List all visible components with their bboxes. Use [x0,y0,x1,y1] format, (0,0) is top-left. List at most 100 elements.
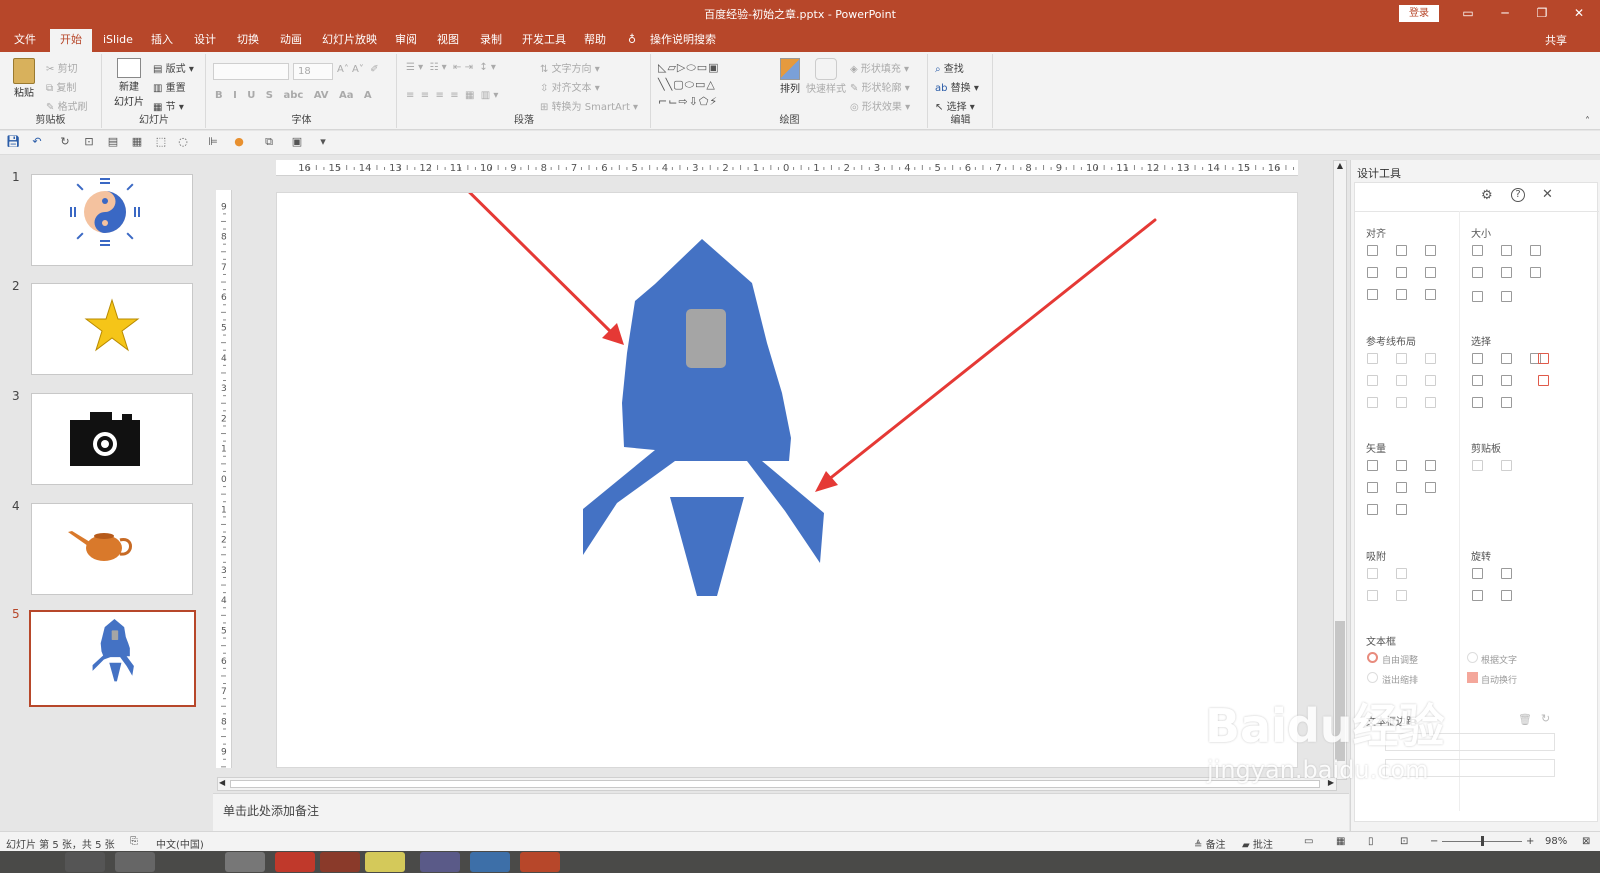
taskbar-app-icon[interactable] [420,852,460,872]
design-tool-icon[interactable] [1425,289,1436,300]
group-icon[interactable]: ⧉ [262,135,276,149]
cut-button[interactable]: ✂ 剪切 [46,60,78,75]
comments-toggle[interactable]: ▰ 批注 [1242,836,1273,851]
radio-auto-adjust[interactable] [1367,652,1378,663]
tab-view[interactable]: 视图 [437,31,459,52]
design-tool-icon[interactable] [1425,353,1436,364]
design-tool-icon[interactable] [1501,590,1512,601]
tab-transitions[interactable]: 切换 [237,31,259,52]
align-text-button[interactable]: ⇳ 对齐文本 ▾ [540,79,600,94]
design-tool-icon[interactable] [1396,482,1407,493]
color-icon[interactable]: ● [232,135,246,149]
normal-view-icon[interactable]: ▭ [1304,836,1313,847]
design-tool-icon[interactable] [1472,590,1483,601]
taskbar-app-icon[interactable] [225,852,265,872]
collapse-ribbon-icon[interactable]: ˄ [1585,116,1590,127]
design-tool-icon[interactable] [1501,291,1512,302]
font-size-box[interactable]: 18 [293,63,333,80]
design-tool-icon[interactable] [1396,397,1407,408]
slide-thumbnail-teapot[interactable] [31,503,193,595]
tab-record[interactable]: 录制 [480,31,502,52]
taskbar-app-icon[interactable] [365,852,405,872]
vertical-scrollbar[interactable]: ▲ [1333,160,1347,780]
design-tool-icon[interactable] [1472,267,1483,278]
paste-button[interactable]: 粘贴 [8,58,40,99]
select-tool-icon[interactable] [1538,375,1549,386]
design-tool-icon[interactable] [1367,482,1378,493]
design-tool-icon[interactable] [1472,397,1483,408]
shape-fill-button[interactable]: ◈ 形状填充 ▾ [850,60,909,75]
scroll-thumb[interactable] [230,780,1320,788]
tab-design[interactable]: 设计 [194,31,216,52]
design-tool-icon[interactable] [1396,375,1407,386]
slide-canvas[interactable] [276,170,1298,768]
layout-button[interactable]: ▤ 版式 ▾ [153,60,194,75]
design-tool-icon[interactable] [1367,460,1378,471]
rocket-exhaust[interactable] [670,497,744,596]
customize-qat-icon[interactable]: ▾ [316,135,330,149]
quick-styles-button[interactable]: 快速样式 [806,58,846,95]
design-tool-icon[interactable] [1501,375,1512,386]
slide-thumbnail-rocket[interactable] [29,610,196,707]
list-buttons[interactable]: ☰ ▾ ☷ ▾ ⇤ ⇥ ↕ ▾ [406,62,496,73]
design-tool-icon[interactable] [1472,460,1483,471]
font-name-box[interactable] [213,63,289,80]
share-button[interactable]: 共享 [1545,32,1567,48]
design-tool-icon[interactable] [1396,245,1407,256]
design-tool-icon[interactable] [1396,289,1407,300]
taskbar-app-icon[interactable] [115,852,155,872]
restore-icon[interactable]: ❐ [1527,3,1557,23]
design-tool-icon[interactable] [1425,482,1436,493]
undo-icon[interactable]: ↶ [30,135,44,149]
minimize-icon[interactable]: ─ [1490,3,1520,23]
align-icon[interactable]: ⊫ [206,135,220,149]
design-tool-icon[interactable] [1472,375,1483,386]
font-format-buttons[interactable]: B I U S abc AV Aa A [215,90,372,101]
tab-home[interactable]: 开始 [50,29,92,52]
design-tool-icon[interactable] [1425,267,1436,278]
design-tool-icon[interactable] [1367,397,1378,408]
tab-islide[interactable]: iSlide [103,31,133,52]
design-tool-icon[interactable] [1501,353,1512,364]
design-tool-icon[interactable] [1472,291,1483,302]
design-tool-icon[interactable] [1367,504,1378,515]
tab-help[interactable]: 帮助 [584,31,606,52]
slide-sorter-icon[interactable]: ▦ [1336,836,1345,847]
print-preview-icon[interactable]: ▤ [106,135,120,149]
tab-developer[interactable]: 开发工具 [522,31,566,52]
trash-icon[interactable]: 🗑︎ [1518,713,1532,726]
taskbar-app-icon[interactable] [65,852,105,872]
reset-button[interactable]: ▥ 重置 [153,79,186,94]
horizontal-ruler[interactable]: 16 15 14 13 12 11 10 9 8 7 6 5 4 3 2 1 0 1 2 3 4 5 6 7 8 9 10 11 12 1… [276,160,1298,176]
tab-insert[interactable]: 插入 [151,31,173,52]
close-icon[interactable]: ✕ [1564,3,1594,23]
design-tool-icon[interactable] [1425,375,1436,386]
rocket-window[interactable] [686,309,726,368]
rocket-shape[interactable] [583,239,824,596]
design-tool-icon[interactable] [1396,267,1407,278]
shapes-icon[interactable]: ⬚ [154,135,168,149]
scroll-up-icon[interactable]: ▲ [1334,161,1346,173]
radio-overflow[interactable] [1367,672,1378,683]
horizontal-scrollbar[interactable]: ◀ ▶ [217,777,1337,791]
zoom-in-icon[interactable]: + [1526,836,1534,847]
merge-shapes-icon[interactable]: ◌ [176,135,190,149]
notes-placeholder[interactable]: 单击此处添加备注 [223,802,319,819]
align-buttons[interactable]: ≡ ≡ ≡ ≡ ▦ ▥ ▾ [406,90,498,101]
design-tool-icon[interactable] [1367,267,1378,278]
find-button[interactable]: ⌕ 查找 [935,60,964,75]
design-tool-icon[interactable] [1367,590,1378,601]
design-tool-icon[interactable] [1501,568,1512,579]
select-tool-icon[interactable] [1538,353,1549,364]
taskbar-powerpoint-icon[interactable] [520,852,560,872]
zoom-level[interactable]: 98% [1545,836,1567,847]
design-tool-icon[interactable] [1501,267,1512,278]
arrange-button[interactable]: 排列 [776,58,804,95]
refresh-icon[interactable]: ↻ [1541,712,1550,725]
pane-close-icon[interactable]: ✕ [1542,187,1553,202]
scroll-left-icon[interactable]: ◀ [219,778,225,787]
design-tool-icon[interactable] [1396,504,1407,515]
language-indicator[interactable]: 中文(中国) [156,836,204,851]
design-tool-icon[interactable] [1396,353,1407,364]
copy-button[interactable]: ⧉ 复制 [46,79,76,94]
